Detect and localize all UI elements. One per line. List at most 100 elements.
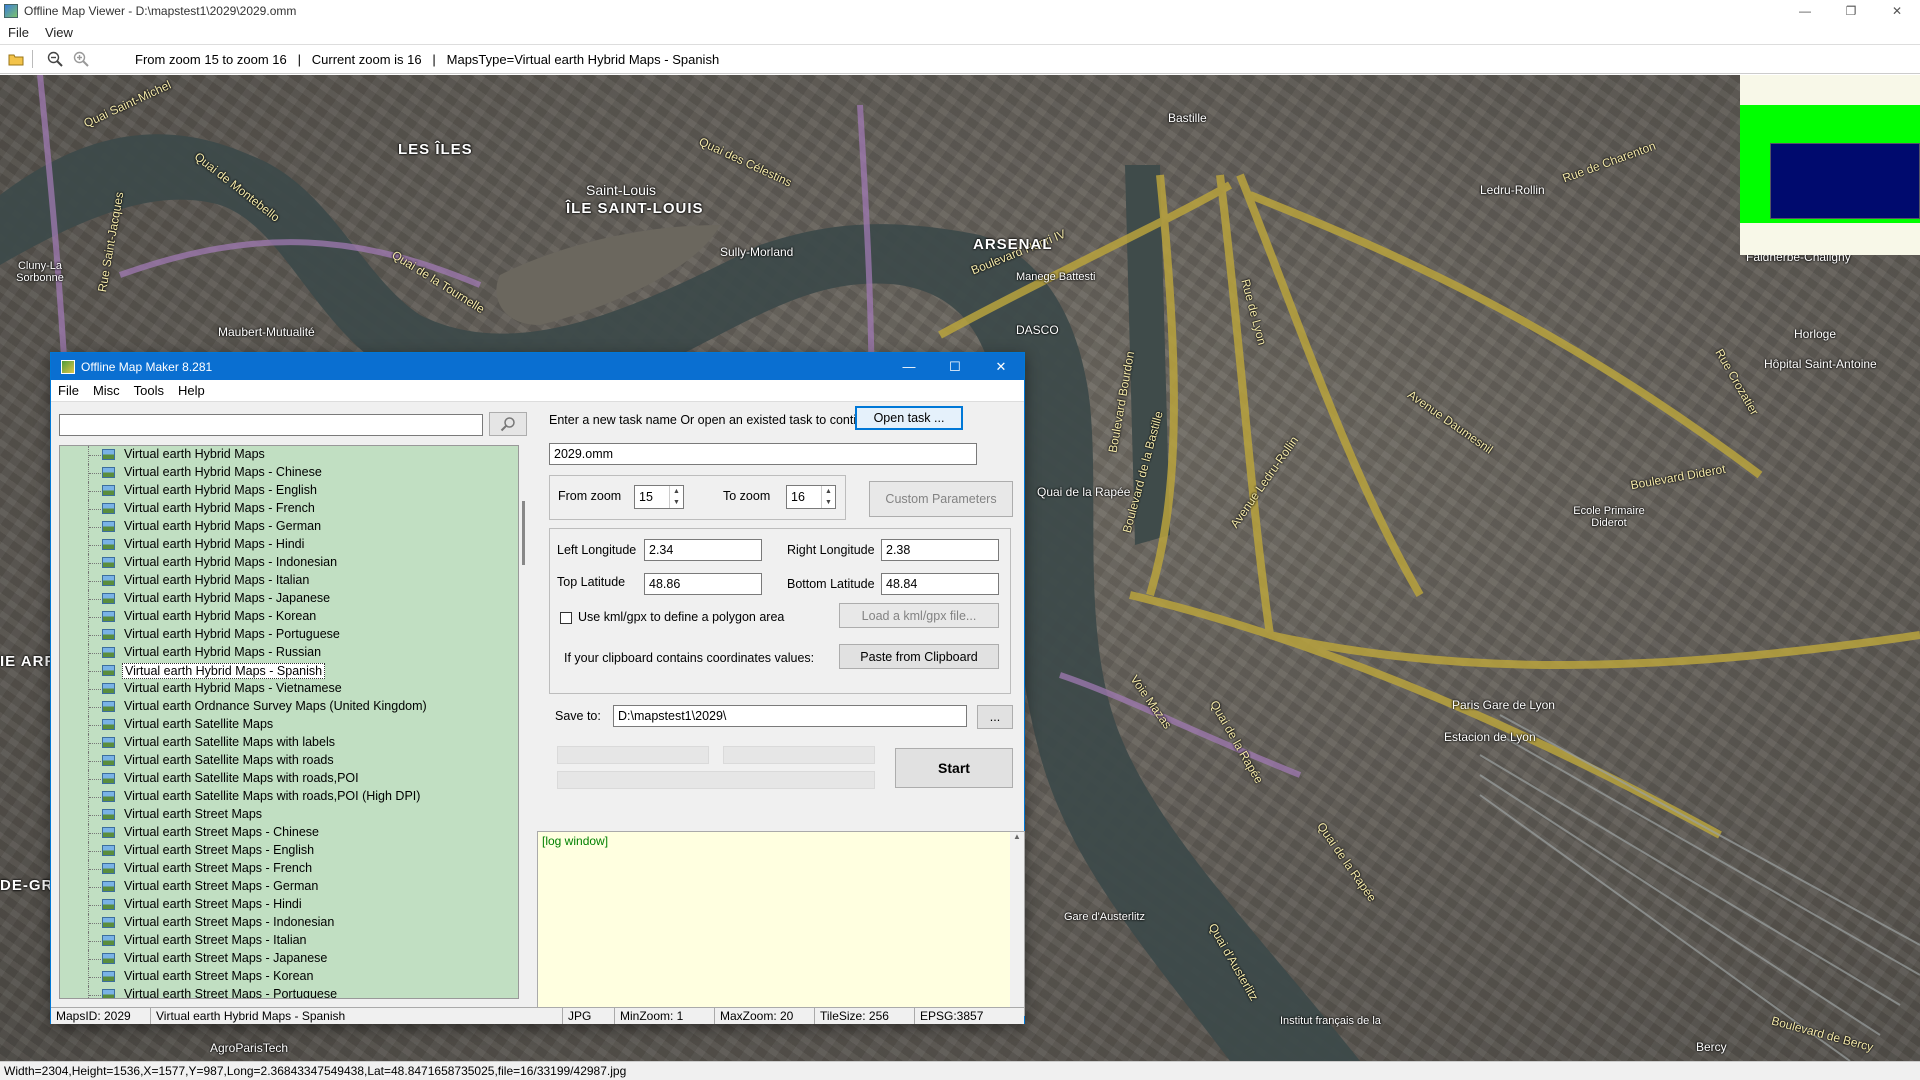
spinner-arrows[interactable]: ▲ ▼ [669, 486, 683, 508]
tree-item[interactable]: Virtual earth Hybrid Maps - Japanese [60, 590, 518, 608]
log-window[interactable]: [log window] ▲▼ [537, 831, 1025, 1016]
minimize-button[interactable]: — [1782, 0, 1828, 22]
tree-item[interactable]: Virtual earth Street Maps - Italian [60, 932, 518, 950]
scrollbar-thumb[interactable] [522, 501, 525, 565]
close-button[interactable]: ✕ [978, 353, 1024, 380]
tree-item[interactable]: Virtual earth Satellite Maps [60, 716, 518, 734]
tree-connector [88, 572, 102, 590]
tree-item-label: Virtual earth Street Maps - Indonesian [124, 915, 335, 929]
task-name-input[interactable] [549, 443, 977, 465]
menu-view[interactable]: View [37, 25, 81, 40]
menu-misc[interactable]: Misc [86, 383, 127, 398]
tree-item[interactable]: Virtual earth Street Maps - Japanese [60, 950, 518, 968]
tree-item[interactable]: Virtual earth Street Maps - French [60, 860, 518, 878]
tree-item[interactable]: Virtual earth Hybrid Maps - Russian [60, 644, 518, 662]
map-label: AgroParisTech [210, 1041, 289, 1055]
tree-item[interactable]: Virtual earth Street Maps - English [60, 842, 518, 860]
to-zoom-spinner[interactable]: 16 ▲ ▼ [786, 485, 836, 509]
overview-viewport[interactable] [1770, 143, 1920, 219]
tree-connector [88, 914, 102, 932]
tree-item-label: Virtual earth Hybrid Maps - Hindi [124, 537, 305, 551]
maximize-button[interactable]: ❐ [1828, 0, 1874, 22]
menu-help[interactable]: Help [171, 383, 212, 398]
paste-clipboard-button[interactable]: Paste from Clipboard [839, 644, 999, 669]
menu-file[interactable]: File [51, 383, 86, 398]
task-prompt-label: Enter a new task name Or open an existed… [549, 413, 881, 427]
kml-label: Use kml/gpx to define a polygon area [578, 610, 785, 624]
left-longitude-input[interactable] [644, 539, 762, 561]
menu-file[interactable]: File [0, 25, 37, 40]
zoom-out-icon[interactable] [45, 49, 65, 69]
search-input[interactable] [59, 414, 483, 436]
tree-scrollbar[interactable] [519, 445, 531, 999]
browse-button[interactable]: ... [977, 705, 1013, 729]
tree-item[interactable]: Virtual earth Hybrid Maps - French [60, 500, 518, 518]
log-scrollbar[interactable]: ▲▼ [1010, 832, 1024, 1015]
maximize-button[interactable]: ☐ [932, 353, 978, 380]
tree-item[interactable]: Virtual earth Hybrid Maps - Hindi [60, 536, 518, 554]
maker-title-bar[interactable]: Offline Map Maker 8.281 — ☐ ✕ [51, 353, 1024, 380]
map-label: ÎLE SAINT-LOUIS [566, 200, 704, 217]
menu-tools[interactable]: Tools [127, 383, 171, 398]
tree-item-label: Virtual earth Street Maps [124, 807, 263, 821]
overview-minimap[interactable] [1740, 75, 1920, 255]
tree-item[interactable]: Virtual earth Hybrid Maps - German [60, 518, 518, 536]
search-icon [500, 417, 515, 432]
tree-item[interactable]: Virtual earth Street Maps - Hindi [60, 896, 518, 914]
left-longitude-label: Left Longitude [557, 543, 637, 557]
tree-item[interactable]: Virtual earth Hybrid Maps [60, 446, 518, 464]
tree-item[interactable]: Virtual earth Hybrid Maps - Indonesian [60, 554, 518, 572]
open-task-button[interactable]: Open task ... [855, 406, 963, 430]
custom-parameters-button[interactable]: Custom Parameters [869, 481, 1013, 517]
zoom-in-icon[interactable] [71, 49, 91, 69]
tree-item-label: Virtual earth Street Maps - Korean [124, 969, 314, 983]
tree-item[interactable]: Virtual earth Street Maps - German [60, 878, 518, 896]
tree-item[interactable]: Virtual earth Hybrid Maps - Portuguese [60, 626, 518, 644]
search-button[interactable] [489, 412, 527, 436]
tree-item[interactable]: Virtual earth Ordnance Survey Maps (Unit… [60, 698, 518, 716]
tree-item-label: Virtual earth Hybrid Maps - German [124, 519, 322, 533]
top-latitude-input[interactable] [644, 573, 762, 595]
tree-item[interactable]: Virtual earth Street Maps - Portuguese [60, 986, 518, 998]
tree-item[interactable]: Virtual earth Satellite Maps with roads,… [60, 788, 518, 806]
status-epsg: EPSG:3857 [920, 1009, 984, 1023]
tree-item[interactable]: Virtual earth Satellite Maps with roads,… [60, 770, 518, 788]
spinner-arrows[interactable]: ▲ ▼ [821, 486, 835, 508]
tree-item[interactable]: Virtual earth Satellite Maps with roads [60, 752, 518, 770]
start-button[interactable]: Start [895, 748, 1013, 788]
tree-item-label: Virtual earth Satellite Maps with labels [124, 735, 335, 749]
save-to-input[interactable] [613, 705, 967, 727]
map-type-tree[interactable]: Virtual earth Hybrid Maps Virtual earth H… [59, 445, 519, 999]
load-kml-button[interactable]: Load a kml/gpx file... [839, 603, 999, 628]
bottom-latitude-label: Bottom Latitude [787, 577, 875, 591]
tree-item[interactable]: Virtual earth Hybrid Maps - Spanish [60, 662, 518, 680]
tree-item[interactable]: Virtual earth Hybrid Maps - Italian [60, 572, 518, 590]
tree-item[interactable]: Virtual earth Street Maps - Indonesian [60, 914, 518, 932]
tree-item[interactable]: Virtual earth Hybrid Maps - Chinese [60, 464, 518, 482]
map-type-icon [102, 809, 115, 820]
tree-item-label: Virtual earth Satellite Maps with roads,… [124, 771, 359, 785]
tree-connector [88, 878, 102, 896]
close-button[interactable]: ✕ [1874, 0, 1920, 22]
tree-item[interactable]: Virtual earth Hybrid Maps - English [60, 482, 518, 500]
from-zoom-spinner[interactable]: 15 ▲ ▼ [634, 485, 684, 509]
kml-checkbox[interactable] [560, 612, 572, 624]
open-folder-icon[interactable] [6, 49, 26, 69]
map-type-icon [102, 665, 115, 676]
tree-item[interactable]: Virtual earth Satellite Maps with labels [60, 734, 518, 752]
tree-item[interactable]: Virtual earth Street Maps [60, 806, 518, 824]
right-longitude-input[interactable] [881, 539, 999, 561]
map-type-icon [102, 647, 115, 658]
tree-item-label: Virtual earth Hybrid Maps [124, 447, 265, 461]
map-type-icon [102, 917, 115, 928]
tree-item[interactable]: Virtual earth Street Maps - Chinese [60, 824, 518, 842]
tree-connector [88, 482, 102, 500]
map-type-icon [102, 935, 115, 946]
tree-item[interactable]: Virtual earth Hybrid Maps - Vietnamese [60, 680, 518, 698]
tree-item[interactable]: Virtual earth Street Maps - Korean [60, 968, 518, 986]
minimize-button[interactable]: — [886, 353, 932, 380]
map-maker-window: Offline Map Maker 8.281 — ☐ ✕ File Misc … [50, 352, 1025, 1024]
map-type-icon [102, 683, 115, 694]
tree-item[interactable]: Virtual earth Hybrid Maps - Korean [60, 608, 518, 626]
bottom-latitude-input[interactable] [881, 573, 999, 595]
